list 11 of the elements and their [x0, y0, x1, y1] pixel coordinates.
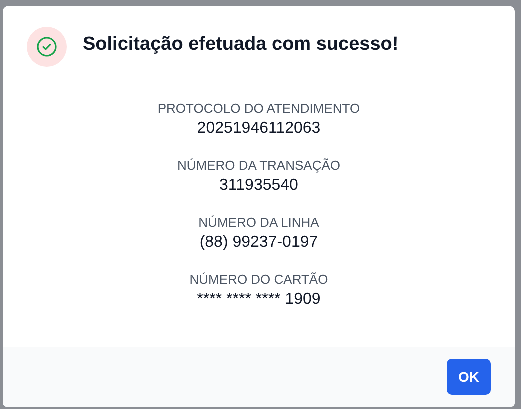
field-value: 311935540: [220, 177, 298, 195]
field-label: NÚMERO DO CARTÃO: [190, 272, 328, 287]
field-value: (88) 99237-0197: [200, 234, 318, 252]
field-value: **** **** **** 1909: [197, 291, 321, 309]
field-label: NÚMERO DA TRANSAÇÃO: [177, 158, 340, 173]
dialog-title: Solicitação efetuada com sucesso!: [83, 34, 399, 56]
field-label: NÚMERO DA LINHA: [198, 215, 320, 230]
field-label: PROTOCOLO DO ATENDIMENTO: [158, 101, 360, 116]
success-check-icon: [27, 26, 67, 66]
ok-button[interactable]: OK: [447, 359, 491, 395]
field-value: 20251946112063: [197, 120, 321, 138]
